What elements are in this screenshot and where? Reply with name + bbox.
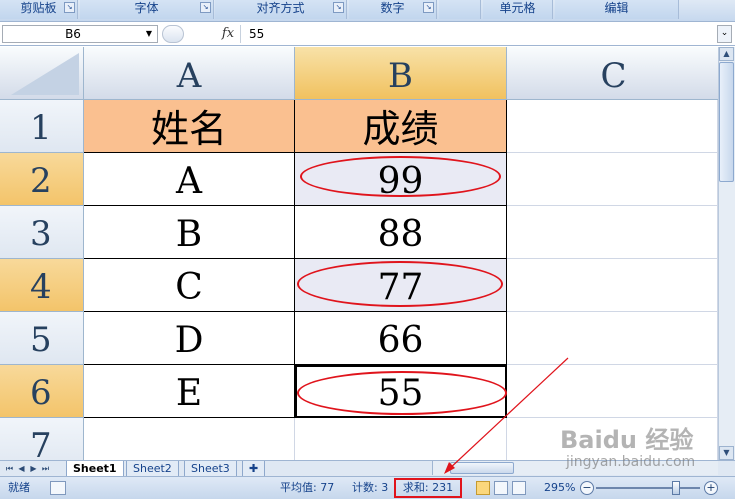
ribbon-group-label: 编辑 [604, 1, 629, 15]
ribbon-group-bar: 剪贴板 ↘ 字体 ↘ 对齐方式 ↘ 数字 ↘ 单元格 编辑 [0, 0, 735, 22]
scroll-up-icon[interactable]: ▲ [719, 47, 734, 61]
ribbon-group-label: 剪贴板 [20, 1, 57, 15]
cell-a4[interactable]: C [84, 259, 295, 312]
row-header-7[interactable]: 7 [0, 418, 84, 460]
count-status: 计数: 3 [352, 481, 389, 494]
row-header-2[interactable]: 2 [0, 153, 84, 206]
dialog-launcher-icon[interactable]: ↘ [423, 2, 434, 13]
chevron-down-icon[interactable]: ▼ [143, 26, 155, 42]
select-all-button[interactable] [0, 47, 84, 100]
first-sheet-icon[interactable]: ⏮ [4, 462, 15, 475]
ribbon-group-label: 单元格 [499, 1, 536, 15]
zoom-slider-track[interactable] [596, 487, 700, 489]
ribbon-group-alignment[interactable]: 对齐方式 ↘ [215, 0, 347, 19]
annotation-oval [297, 371, 507, 415]
cell-a3[interactable]: B [84, 206, 295, 259]
vertical-scroll-thumb[interactable] [719, 62, 734, 182]
normal-view-icon[interactable] [476, 481, 490, 495]
last-sheet-icon[interactable]: ⏭ [40, 462, 51, 475]
ribbon-group-label: 数字 [380, 1, 405, 15]
cell-a5[interactable]: D [84, 312, 295, 365]
zoom-out-icon[interactable]: − [580, 481, 594, 495]
dialog-launcher-icon[interactable]: ↘ [64, 2, 75, 13]
previous-sheet-icon[interactable]: ◀ [16, 462, 27, 475]
watermark: Baidu 经验 jingyan.baidu.com [560, 418, 735, 478]
cell-b3[interactable]: 88 [295, 206, 507, 259]
ribbon-group-font[interactable]: 字体 ↘ [80, 0, 214, 19]
zoom-slider-thumb[interactable] [672, 481, 680, 495]
insert-function-icon[interactable]: fx [218, 25, 238, 43]
cell-a7[interactable] [84, 418, 295, 460]
annotation-oval [297, 261, 503, 307]
cell-c2[interactable] [507, 153, 718, 206]
next-sheet-icon[interactable]: ▶ [28, 462, 39, 475]
page-break-view-icon[interactable] [512, 481, 526, 495]
watermark-url: jingyan.baidu.com [566, 454, 696, 470]
ribbon-group-number[interactable]: 数字 ↘ [349, 0, 437, 19]
sum-status: 求和: 231 [394, 478, 462, 498]
name-box[interactable]: B6 ▼ [2, 25, 158, 43]
annotation-oval [300, 156, 501, 197]
cell-b1[interactable]: 成绩 [295, 100, 507, 153]
page-layout-view-icon[interactable] [494, 481, 508, 495]
sheet-tab-sheet1[interactable]: Sheet1 [66, 461, 124, 477]
cell-c5[interactable] [507, 312, 718, 365]
cell-c6[interactable] [507, 365, 718, 418]
cell-a6[interactable]: E [84, 365, 295, 418]
row-header-5[interactable]: 5 [0, 312, 84, 365]
cell-a2[interactable]: A [84, 153, 295, 206]
spreadsheet-grid[interactable]: A B C 1 2 3 4 5 6 7 姓名 成绩 A 99 B 88 C 77… [0, 47, 718, 460]
ribbon-group-label: 对齐方式 [256, 1, 305, 15]
ribbon-group-editing[interactable]: 编辑 [555, 0, 679, 19]
sheet-tab-sheet3[interactable]: Sheet3 [184, 461, 237, 477]
ready-status: 就绪 [8, 481, 30, 494]
formula-bar: B6 ▼ fx 55 ⌄ [0, 22, 735, 46]
expand-formula-bar-icon[interactable]: ⌄ [717, 25, 732, 43]
column-header-c[interactable]: C [507, 47, 718, 100]
select-all-triangle-icon [11, 53, 79, 95]
ribbon-group-label: 字体 [134, 1, 159, 15]
cell-c3[interactable] [507, 206, 718, 259]
zoom-in-icon[interactable]: + [704, 481, 718, 495]
formula-splitter-handle[interactable] [162, 25, 184, 43]
dialog-launcher-icon[interactable]: ↘ [333, 2, 344, 13]
ribbon-group-clipboard[interactable]: 剪贴板 ↘ [0, 0, 78, 19]
ribbon-group-styles[interactable] [439, 0, 481, 19]
macro-record-icon[interactable] [50, 481, 66, 495]
row-header-6[interactable]: 6 [0, 365, 84, 418]
average-status: 平均值: 77 [280, 481, 335, 494]
formula-input[interactable]: 55 [240, 25, 715, 43]
baidu-jingyan-logo: Baidu 经验 [560, 426, 694, 454]
status-bar: 就绪 平均值: 77 计数: 3 求和: 231 295% − + [0, 476, 735, 499]
horizontal-scroll-thumb[interactable] [450, 462, 514, 474]
row-header-3[interactable]: 3 [0, 206, 84, 259]
column-header-b[interactable]: B [295, 47, 507, 100]
column-header-a[interactable]: A [84, 47, 295, 100]
dialog-launcher-icon[interactable]: ↘ [200, 2, 211, 13]
cell-c4[interactable] [507, 259, 718, 312]
cell-b5[interactable]: 66 [295, 312, 507, 365]
cell-c1[interactable] [507, 100, 718, 153]
zoom-level[interactable]: 295% [544, 477, 575, 499]
ribbon-group-cells[interactable]: 单元格 [483, 0, 553, 19]
cell-a1[interactable]: 姓名 [84, 100, 295, 153]
row-header-4[interactable]: 4 [0, 259, 84, 312]
insert-sheet-icon[interactable]: ✚ [242, 461, 266, 477]
cell-b7[interactable] [295, 418, 507, 460]
name-box-value: B6 [65, 27, 81, 41]
row-header-1[interactable]: 1 [0, 100, 84, 153]
sheet-tab-sheet2[interactable]: Sheet2 [126, 461, 179, 477]
